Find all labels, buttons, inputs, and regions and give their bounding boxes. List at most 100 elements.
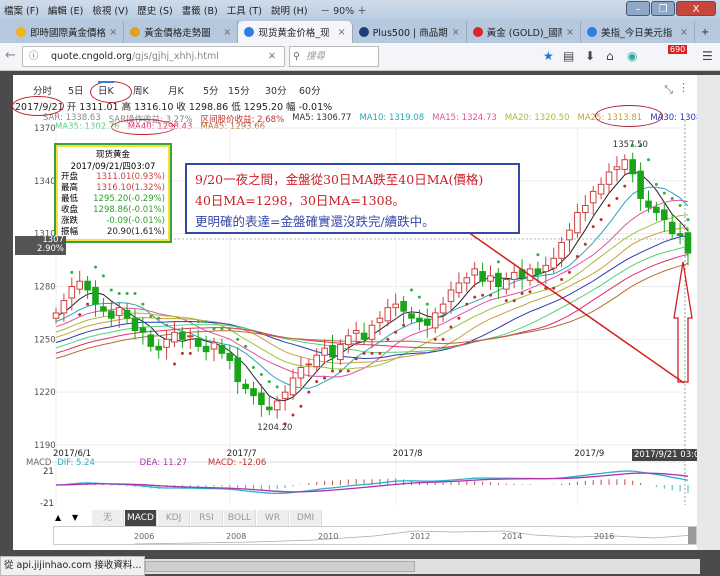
vertical-scrollbar[interactable] <box>697 75 720 550</box>
sar-dot <box>236 337 240 341</box>
candle-body <box>171 331 178 343</box>
candle-body <box>558 241 565 259</box>
candle-body <box>305 363 313 366</box>
sar-dot <box>496 260 500 264</box>
sar-dot <box>512 299 516 303</box>
candle-body <box>368 324 376 340</box>
sar-dot <box>647 158 650 162</box>
candle-body <box>534 268 542 275</box>
sar-dot <box>94 265 97 269</box>
move-up-button[interactable]: ▲ <box>55 513 61 522</box>
sar-dot <box>212 327 216 331</box>
sar-dot <box>583 242 587 246</box>
price-chart[interactable]: 13701340131012801250122011902017/6/1 2017… <box>0 0 720 576</box>
navigator-year: 2008 <box>226 532 247 541</box>
sar-dot <box>346 369 350 373</box>
candle-body <box>147 334 155 347</box>
indicator-tab[interactable]: 无 <box>92 510 124 527</box>
navigator-year: 2010 <box>318 532 339 541</box>
candle-body <box>471 268 478 276</box>
candle-body <box>210 342 218 350</box>
move-down-button[interactable]: ▼ <box>72 513 78 522</box>
crosshair-price-label: 1307 2.90% <box>15 236 66 255</box>
tooltip-title: 现货黄金 <box>95 150 130 160</box>
candle-body <box>589 190 597 204</box>
sar-dot <box>188 351 192 355</box>
candle-body <box>424 318 431 326</box>
navigator-year: 2016 <box>594 532 615 541</box>
candle-body <box>131 317 139 332</box>
candle-body <box>155 345 162 351</box>
sar-dot <box>481 293 485 297</box>
sar-dot <box>662 191 666 195</box>
sar-dot <box>417 295 421 299</box>
candle-body <box>194 337 202 347</box>
candle-body <box>439 303 447 314</box>
sar-dot <box>394 330 398 334</box>
sar-dot <box>607 203 611 207</box>
candle-body <box>455 282 463 294</box>
sar-dot <box>599 218 603 222</box>
sar-dot <box>473 295 477 299</box>
candle-body <box>629 159 637 175</box>
sar-dot <box>623 184 627 188</box>
sar-dot <box>165 323 169 327</box>
sar-dot <box>457 316 461 320</box>
sar-dot <box>354 357 358 361</box>
candle-body <box>676 233 684 236</box>
indicator-tab[interactable]: MACD <box>125 510 157 527</box>
sar-dot <box>101 274 105 278</box>
indicator-tab[interactable]: WR <box>257 510 289 527</box>
sar-dot <box>575 255 579 259</box>
candle-body <box>92 286 99 305</box>
candle-body <box>392 303 399 309</box>
sar-dot <box>362 351 366 355</box>
sar-dot <box>670 196 674 200</box>
candle-body <box>226 352 234 361</box>
macd-bottom-label: -21 <box>40 499 54 509</box>
sar-dot <box>331 369 334 373</box>
sar-dot <box>323 376 327 380</box>
candle-body <box>447 289 455 302</box>
sar-dot <box>149 314 153 318</box>
tooltip-row: 最低 1295.20(-0.29%) <box>61 194 165 204</box>
indicator-tab[interactable]: BOLL <box>224 510 256 527</box>
sar-dot <box>220 327 224 331</box>
candle-body <box>187 335 194 338</box>
sar-dot <box>560 277 564 281</box>
candle-body <box>605 171 613 185</box>
indicator-tab[interactable]: KDJ <box>158 510 190 527</box>
tooltip-row: 涨跌 -0.09(-0.01%) <box>61 216 165 226</box>
sar-dot <box>449 325 453 329</box>
sar-dot <box>528 290 532 294</box>
indicator-tab[interactable]: RSI <box>191 510 223 527</box>
candle-body <box>637 170 644 199</box>
y-tick-label: 1280 <box>34 283 56 293</box>
y-tick-label: 1250 <box>34 335 56 345</box>
candle-body <box>487 275 494 282</box>
annotation-note: 9/20一夜之間，金盤從30日MA跌至40日MA(價格) 40日MA=1298，… <box>185 163 520 234</box>
candle-body <box>668 221 676 235</box>
candle-body <box>400 300 407 312</box>
navigator-handle[interactable] <box>688 527 696 544</box>
status-bar: 從 api.jijinhao.com 接收資料... <box>0 556 145 576</box>
sar-dot <box>433 337 437 341</box>
range-navigator[interactable]: 2006 2008 2010 2012 2014 2016 <box>53 526 697 545</box>
horizontal-scrollbar[interactable] <box>145 559 700 574</box>
candle-body <box>139 327 147 333</box>
x-tick-label: 2017/9 <box>574 449 604 459</box>
sar-dot <box>378 351 382 355</box>
sar-dot <box>568 270 571 274</box>
sar-dot <box>291 413 295 417</box>
sar-dot <box>141 302 145 306</box>
indicator-tab[interactable]: DMI <box>290 510 322 527</box>
candle-body <box>503 278 510 290</box>
sar-dot <box>157 316 161 320</box>
sar-dot <box>338 369 342 373</box>
candle-body <box>360 332 368 340</box>
candle-body <box>115 307 123 317</box>
sar-dot <box>504 299 508 303</box>
scroll-thumb[interactable] <box>145 561 415 572</box>
note-line-1: 9/20一夜之間，金盤從30日MA跌至40日MA(價格) <box>195 172 484 187</box>
candle-body <box>621 159 629 170</box>
